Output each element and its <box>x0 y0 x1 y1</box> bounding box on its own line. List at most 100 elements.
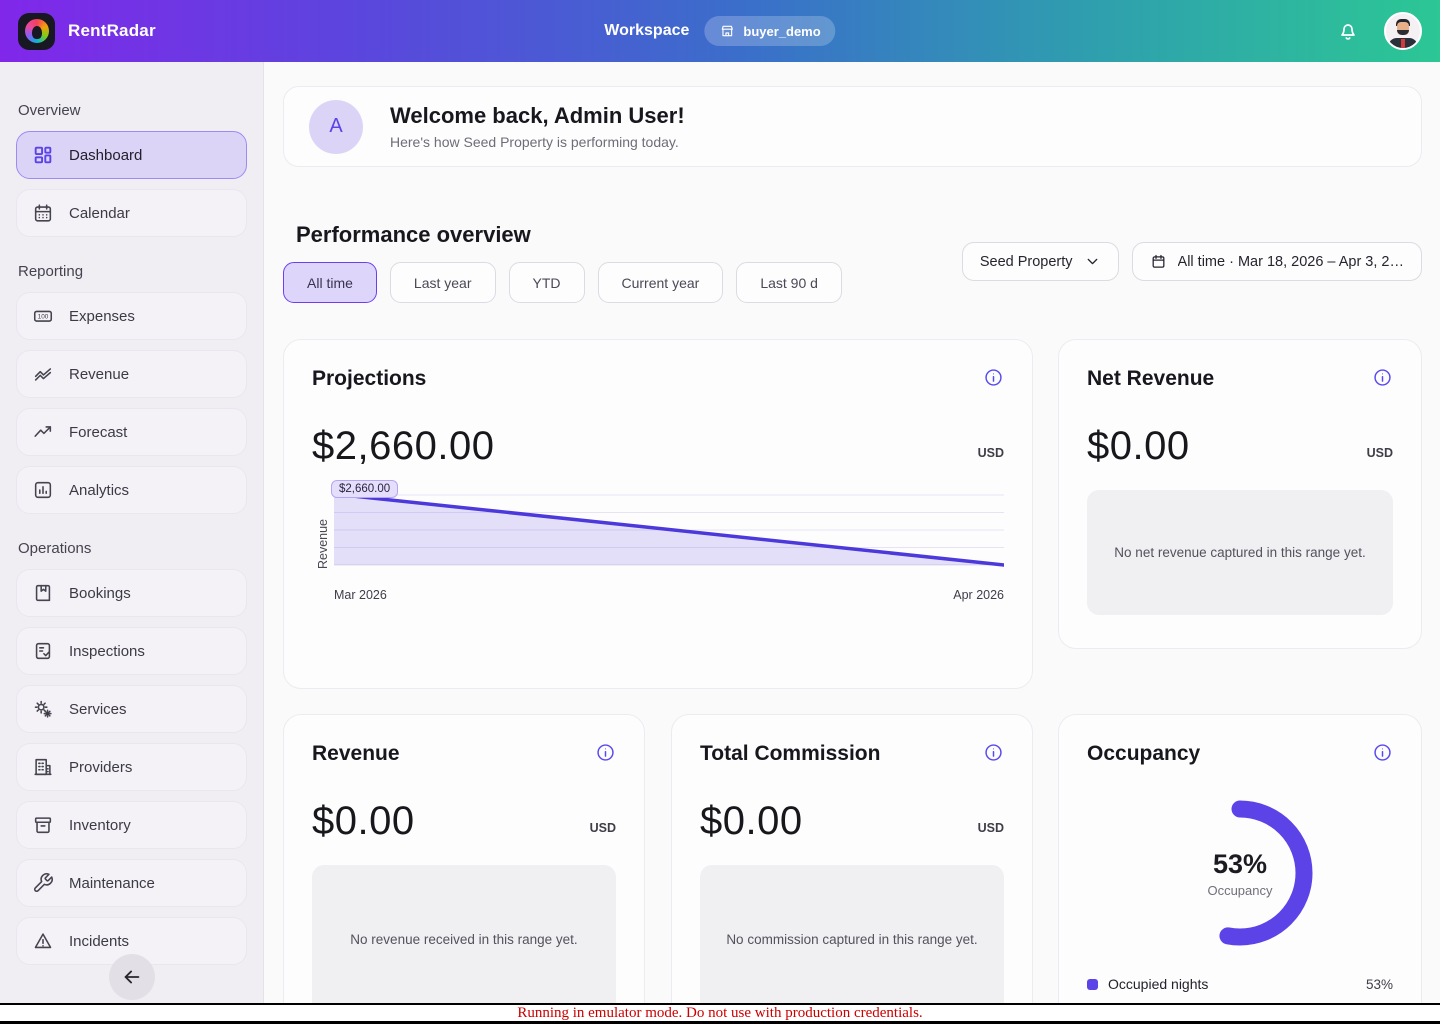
clipboard-check-icon <box>32 640 54 662</box>
welcome-avatar: A <box>309 100 363 154</box>
revenue-value: $0.00 <box>312 799 415 844</box>
sidebar-item-maintenance[interactable]: Maintenance <box>16 859 247 907</box>
welcome-subtitle: Here's how Seed Property is performing t… <box>390 134 685 150</box>
x-axis-label-end: Apr 2026 <box>953 588 1004 602</box>
workspace-badge[interactable]: buyer_demo <box>704 16 835 46</box>
dashboard-grid-icon <box>32 144 54 166</box>
sidebar-item-label: Expenses <box>69 308 135 325</box>
cards-grid: Projections $2,660.00 USD Revenue <box>283 339 1422 1024</box>
sidebar-item-label: Providers <box>69 759 132 776</box>
chart-point-tag: $2,660.00 <box>331 480 398 498</box>
sidebar-item-label: Bookings <box>69 585 131 602</box>
filter-chip-current-year[interactable]: Current year <box>598 262 724 303</box>
net-revenue-currency: USD <box>1367 446 1393 460</box>
revenue-title: Revenue <box>312 742 400 766</box>
sidebar-item-expenses[interactable]: 100 Expenses <box>16 292 247 340</box>
date-range-button[interactable]: All time · Mar 18, 2026 – Apr 3, 2… <box>1132 242 1422 281</box>
welcome-title: Welcome back, Admin User! <box>390 103 685 129</box>
sidebar-item-inspections[interactable]: Inspections <box>16 627 247 675</box>
sidebar-item-revenue[interactable]: Revenue <box>16 350 247 398</box>
sidebar-item-calendar[interactable]: Calendar <box>16 189 247 237</box>
total-commission-title: Total Commission <box>700 742 880 766</box>
banknote-icon: 100 <box>32 305 54 327</box>
sidebar-item-label: Revenue <box>69 366 129 383</box>
sidebar-section-reporting: Reporting100ExpensesRevenueForecastAnaly… <box>16 263 247 514</box>
sidebar-item-label: Calendar <box>69 205 130 222</box>
gears-icon <box>32 698 54 720</box>
sidebar-item-label: Services <box>69 701 127 718</box>
app-logo-icon <box>18 13 55 50</box>
projections-title: Projections <box>312 367 426 391</box>
bar-chart-icon <box>32 479 54 501</box>
area-chart <box>334 485 1004 573</box>
sidebar-item-providers[interactable]: Providers <box>16 743 247 791</box>
workspace-group: Workspace buyer_demo <box>604 16 835 46</box>
sidebar-item-forecast[interactable]: Forecast <box>16 408 247 456</box>
sidebar-item-label: Incidents <box>69 933 129 950</box>
wrench-icon <box>32 872 54 894</box>
emulator-warning-bar: Running in emulator mode. Do not use wit… <box>0 1003 1440 1024</box>
total-commission-card: Total Commission $0.00 USD No commission… <box>671 714 1033 1024</box>
time-filter-chips: All time Last year YTD Current year Last 90 … <box>283 262 842 303</box>
sidebar-item-inventory[interactable]: Inventory <box>16 801 247 849</box>
chart-y-axis-label: Revenue <box>316 518 330 568</box>
storefront-icon <box>719 23 735 39</box>
info-icon[interactable] <box>983 742 1004 763</box>
sidebar-item-dashboard[interactable]: Dashboard <box>16 131 247 179</box>
revenue-currency: USD <box>590 821 616 835</box>
sidebar-item-label: Inspections <box>69 643 145 660</box>
projections-chart: Revenue $2,660.00 M <box>312 485 1004 602</box>
welcome-banner: A Welcome back, Admin User! Here's how S… <box>283 86 1422 167</box>
calendar-icon <box>32 202 54 224</box>
legend-value: 53% <box>1366 977 1393 992</box>
info-icon[interactable] <box>983 367 1004 388</box>
sidebar-section-operations: Operations Bookings Inspections Services Pro… <box>16 540 247 965</box>
brand: RentRadar <box>18 13 156 50</box>
occupancy-donut-chart: 53% Occupancy <box>1155 788 1325 958</box>
total-commission-value: $0.00 <box>700 799 803 844</box>
warning-triangle-icon <box>32 930 54 952</box>
x-axis-label-start: Mar 2026 <box>334 588 387 602</box>
top-bar: RentRadar Workspace buyer_demo <box>0 0 1440 62</box>
sidebar-section-label: Operations <box>18 540 245 557</box>
date-range-label: All time · Mar 18, 2026 – Apr 3, 2… <box>1178 254 1404 270</box>
filter-chip-last-90-d[interactable]: Last 90 d <box>736 262 842 303</box>
info-icon[interactable] <box>1372 367 1393 388</box>
sidebar-item-bookings[interactable]: Bookings <box>16 569 247 617</box>
info-icon[interactable] <box>1372 742 1393 763</box>
property-selector[interactable]: Seed Property <box>962 242 1119 281</box>
filter-chip-ytd[interactable]: YTD <box>509 262 585 303</box>
main-content: A Welcome back, Admin User! Here's how S… <box>264 62 1440 1024</box>
occupancy-percent: 53% <box>1213 849 1267 880</box>
projections-value: $2,660.00 <box>312 424 494 469</box>
filter-chip-all-time[interactable]: All time <box>283 262 377 303</box>
chevron-down-icon <box>1084 253 1101 270</box>
sidebar-nav: OverviewDashboardCalendarReporting100Exp… <box>0 62 264 1024</box>
net-revenue-empty-state: No net revenue captured in this range ye… <box>1087 490 1393 615</box>
legend-swatch <box>1087 979 1098 990</box>
workspace-badge-label: buyer_demo <box>743 24 820 39</box>
sidebar-item-analytics[interactable]: Analytics <box>16 466 247 514</box>
occupancy-card: Occupancy 53% Occupancy <box>1058 714 1422 1024</box>
book-icon <box>32 582 54 604</box>
net-revenue-title: Net Revenue <box>1087 367 1214 391</box>
sidebar-section-label: Overview <box>18 102 245 119</box>
net-revenue-value: $0.00 <box>1087 424 1190 469</box>
trending-up-icon <box>32 421 54 443</box>
info-icon[interactable] <box>595 742 616 763</box>
sidebar-item-services[interactable]: Services <box>16 685 247 733</box>
user-avatar[interactable] <box>1384 12 1422 50</box>
occupancy-legend: Occupied nights 53% <box>1087 976 1393 992</box>
bottom-split: Revenue $0.00 USD No revenue received in… <box>283 714 1033 1024</box>
sidebar-item-label: Inventory <box>69 817 131 834</box>
total-commission-currency: USD <box>978 821 1004 835</box>
emulator-warning-text: Running in emulator mode. Do not use wit… <box>517 1005 922 1022</box>
calendar-icon <box>1150 253 1167 270</box>
building-icon <box>32 756 54 778</box>
workspace-label: Workspace <box>604 22 689 40</box>
sidebar-collapse-button[interactable] <box>109 954 155 1000</box>
filter-chip-last-year[interactable]: Last year <box>390 262 496 303</box>
notifications-bell-icon[interactable] <box>1336 19 1360 43</box>
occupancy-center-label: Occupancy <box>1207 883 1272 898</box>
trend-lines-icon <box>32 363 54 385</box>
